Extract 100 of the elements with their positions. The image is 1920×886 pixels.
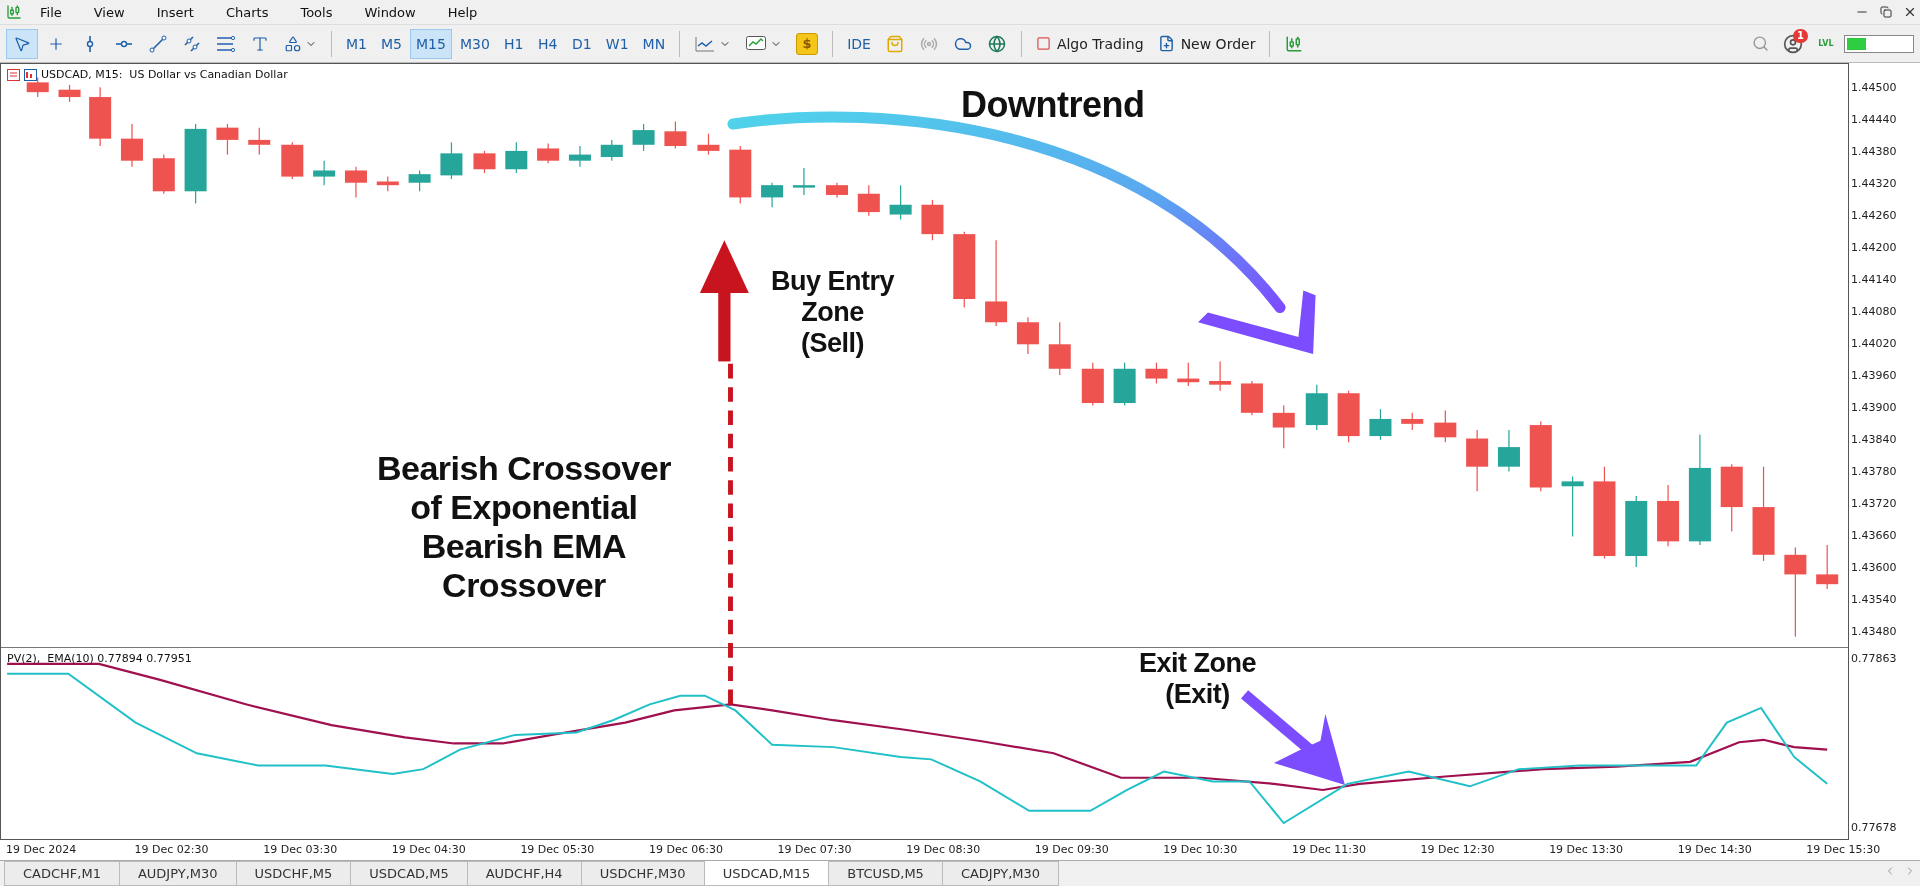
price-label: 1.44140 bbox=[1850, 271, 1898, 288]
indicator-scale-label: 0.77678 bbox=[1850, 820, 1898, 834]
line-chart-icon bbox=[694, 34, 717, 53]
timeframe-button[interactable]: MN bbox=[636, 28, 672, 59]
timeframe-button[interactable]: M30 bbox=[453, 28, 496, 59]
time-label: 19 Dec 05:30 bbox=[520, 842, 596, 858]
ide-button[interactable]: IDE bbox=[841, 28, 877, 59]
entry-zone-label: Buy Entry Zone (Sell) bbox=[771, 266, 895, 360]
candle bbox=[1272, 404, 1295, 449]
candle bbox=[248, 127, 271, 156]
restore-icon bbox=[1880, 6, 1892, 18]
candle bbox=[664, 120, 687, 150]
chart-tab[interactable]: BTCUSD,M5 bbox=[828, 861, 943, 886]
drawing-tool-button[interactable] bbox=[6, 28, 38, 59]
price-label: 1.43660 bbox=[1850, 527, 1898, 544]
candle bbox=[1529, 420, 1552, 492]
candle bbox=[889, 184, 912, 221]
chart-tab[interactable]: USDCAD,M5 bbox=[350, 861, 468, 886]
candle bbox=[600, 139, 623, 162]
time-label: 19 Dec 13:30 bbox=[1549, 842, 1625, 858]
price-label: 1.44500 bbox=[1850, 79, 1898, 96]
candle bbox=[281, 141, 304, 180]
menu-item[interactable]: Help bbox=[433, 4, 492, 20]
time-label: 19 Dec 08:30 bbox=[906, 842, 982, 858]
app-icon bbox=[6, 4, 22, 20]
candle bbox=[1337, 390, 1360, 443]
menu-item[interactable]: Window bbox=[350, 4, 430, 20]
chart-symbol-title: USDCAD, M15: US Dollar vs Canadian Dollar bbox=[41, 68, 288, 81]
chart-tab[interactable]: CADCHF,M1 bbox=[4, 861, 120, 886]
candle bbox=[761, 182, 784, 208]
timeframe-button[interactable]: H1 bbox=[497, 28, 530, 59]
menu-item[interactable]: Insert bbox=[142, 4, 208, 20]
chart-window-icon bbox=[7, 68, 37, 81]
candle bbox=[1369, 408, 1392, 441]
candle bbox=[1016, 316, 1039, 355]
chart-tab[interactable]: AUDCHF,H4 bbox=[466, 861, 582, 886]
chart-tab[interactable]: CADJPY,M30 bbox=[941, 861, 1060, 886]
time-label: 19 Dec 2024 bbox=[6, 842, 78, 858]
timeframe-button[interactable]: M15 bbox=[410, 28, 452, 59]
timeframe-button[interactable]: M1 bbox=[340, 28, 373, 59]
time-label: 19 Dec 12:30 bbox=[1420, 842, 1496, 858]
price-label: 1.44080 bbox=[1850, 303, 1898, 320]
candle bbox=[313, 160, 336, 186]
price-label: 1.43960 bbox=[1850, 367, 1898, 384]
candle bbox=[825, 182, 848, 198]
candle bbox=[1466, 429, 1489, 492]
candle bbox=[1657, 484, 1680, 547]
candle bbox=[440, 141, 463, 180]
candle bbox=[1209, 360, 1232, 392]
timeframe-button[interactable]: W1 bbox=[599, 28, 635, 59]
time-label: 19 Dec 02:30 bbox=[134, 842, 210, 858]
indicator-scale-label: 0.77863 bbox=[1850, 651, 1898, 665]
menu-item[interactable]: Tools bbox=[286, 4, 347, 20]
exit-zone-label: Exit Zone (Exit) bbox=[1139, 648, 1256, 711]
indicator-legend: PV(2), EMA(10) 0.77894 0.77951 bbox=[7, 652, 192, 666]
market-button[interactable]: $ bbox=[790, 28, 825, 59]
candle bbox=[1401, 412, 1424, 431]
close-icon bbox=[1903, 5, 1917, 19]
price-label: 1.43840 bbox=[1850, 431, 1898, 448]
chart-tab[interactable]: AUDJPY,M30 bbox=[118, 861, 237, 886]
stop-icon bbox=[1035, 36, 1051, 51]
new-order-button[interactable]: New Order bbox=[1151, 28, 1262, 59]
connection-meter bbox=[1844, 34, 1914, 53]
price-label: 1.44440 bbox=[1850, 111, 1898, 128]
account-icon[interactable] bbox=[1783, 33, 1803, 54]
algo-trading-button[interactable]: Algo Trading bbox=[1029, 28, 1150, 59]
menu-item[interactable]: Charts bbox=[211, 4, 283, 20]
candle bbox=[505, 141, 528, 174]
crossover-label: Bearish Crossover of Exponential Bearish EMA Crossover bbox=[377, 449, 671, 606]
time-label: 19 Dec 11:30 bbox=[1291, 842, 1367, 858]
candle bbox=[1145, 362, 1168, 385]
price-label: 1.43600 bbox=[1850, 559, 1898, 576]
candle bbox=[729, 145, 752, 205]
candle bbox=[1305, 384, 1328, 431]
dollar-icon: $ bbox=[796, 32, 819, 55]
time-label: 19 Dec 03:30 bbox=[263, 842, 339, 858]
candle bbox=[344, 166, 367, 198]
candle bbox=[697, 133, 720, 156]
timeframe-button[interactable]: D1 bbox=[565, 28, 598, 59]
chart-tab[interactable]: USDCHF,M5 bbox=[235, 861, 352, 886]
candle bbox=[792, 167, 815, 196]
candle bbox=[1720, 463, 1743, 533]
price-label: 1.43480 bbox=[1850, 623, 1898, 640]
globe-icon bbox=[987, 34, 1006, 53]
timeframe-button[interactable]: H4 bbox=[531, 28, 564, 59]
document-plus-icon bbox=[1157, 35, 1175, 52]
candle bbox=[1561, 475, 1584, 538]
timeframe-button[interactable]: M5 bbox=[375, 28, 408, 59]
menu-item[interactable]: View bbox=[79, 4, 139, 20]
search-icon bbox=[1751, 35, 1769, 52]
candle bbox=[152, 153, 175, 195]
chart-tab[interactable]: USDCHF,M30 bbox=[580, 861, 705, 886]
chart-tab[interactable]: USDCAD,M15 bbox=[703, 861, 830, 886]
price-label: 1.43720 bbox=[1850, 495, 1898, 512]
candle bbox=[89, 86, 112, 147]
time-label: 19 Dec 14:30 bbox=[1677, 842, 1753, 858]
candle bbox=[568, 145, 591, 168]
menu-item[interactable]: File bbox=[26, 4, 76, 20]
channel-icon bbox=[183, 34, 201, 53]
time-label: 19 Dec 15:30 bbox=[1806, 842, 1882, 858]
